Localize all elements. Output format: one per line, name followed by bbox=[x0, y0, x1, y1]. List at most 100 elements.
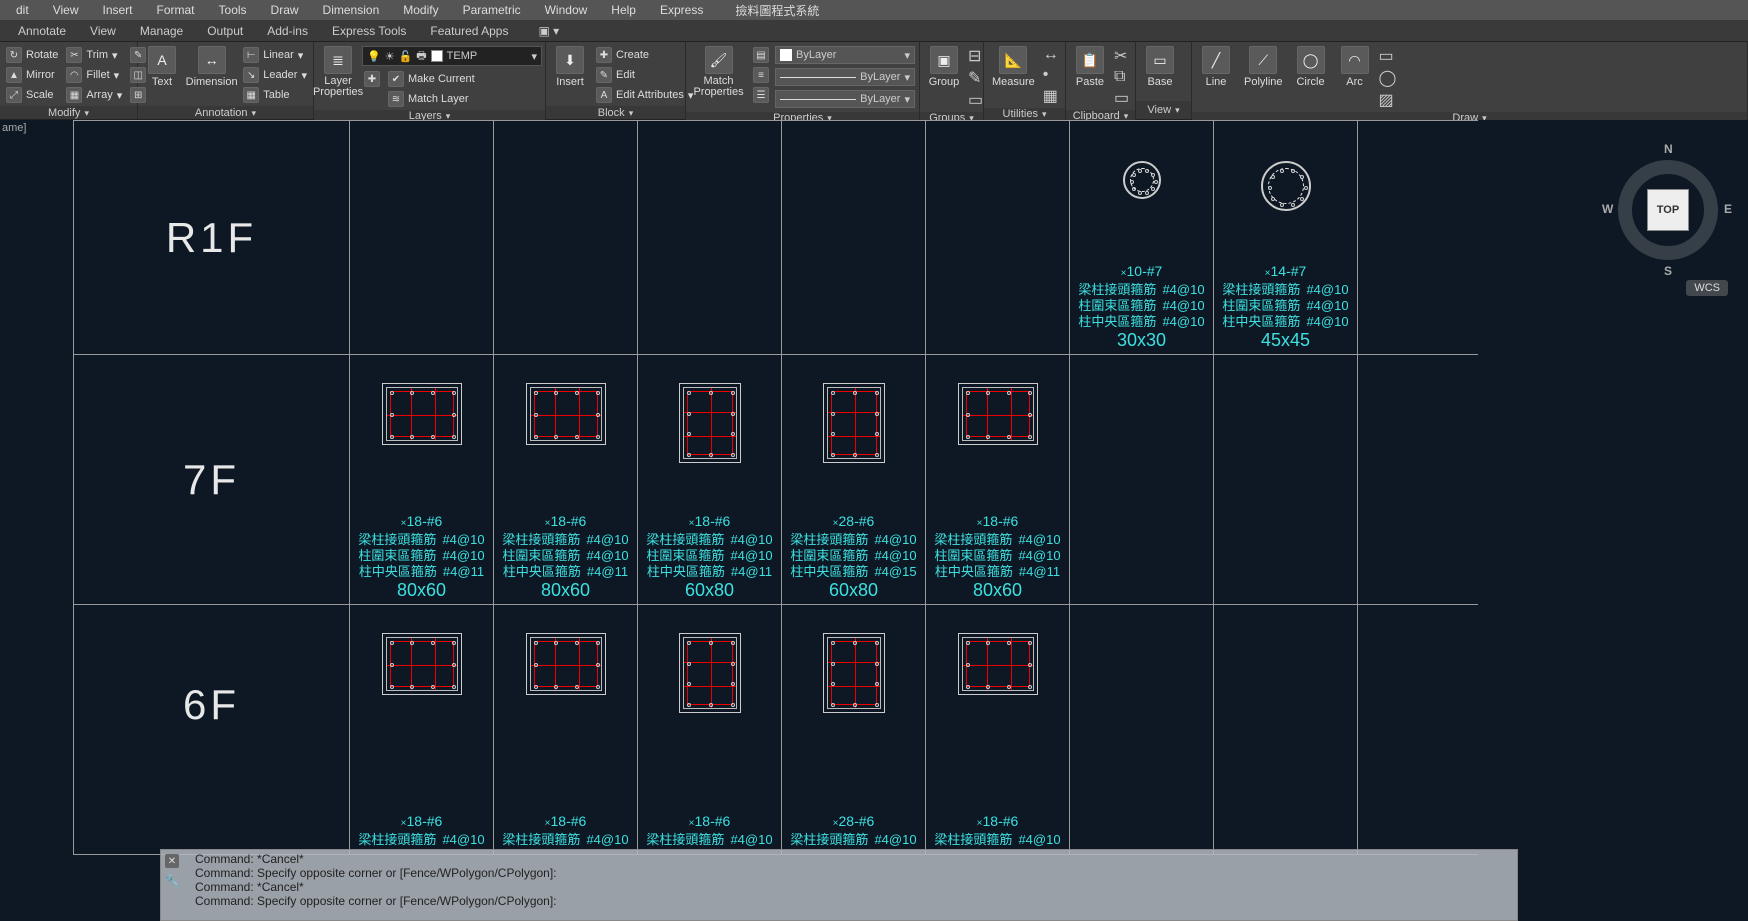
grid-cell: ×18-#6梁柱接頭箍筋#4@10 bbox=[494, 605, 638, 855]
edit-attributes-button[interactable]: AEdit Attributes ▾ bbox=[594, 86, 695, 104]
tab-manage[interactable]: Manage bbox=[128, 24, 195, 38]
base-view-button[interactable]: ▭Base bbox=[1140, 44, 1180, 90]
make-current-button[interactable]: ✔Make Current bbox=[386, 70, 477, 88]
menu-draw[interactable]: Draw bbox=[259, 3, 311, 17]
lwt-tool[interactable]: ≡ bbox=[751, 66, 771, 84]
paste-button[interactable]: 📋Paste bbox=[1070, 44, 1110, 90]
color-bylayer-dropdown[interactable]: ByLayer▾ bbox=[775, 46, 915, 64]
panel-draw: ╱Line ⟋Polyline ◯Circle ◠Arc ▭◯▨ Draw bbox=[1192, 42, 1748, 119]
grid-cell bbox=[1358, 605, 1478, 855]
layer-tool-1[interactable]: ✚ bbox=[362, 70, 382, 88]
polyline-button[interactable]: ⟋Polyline bbox=[1240, 44, 1287, 90]
linear-button[interactable]: ⊢Linear ▾ bbox=[241, 46, 309, 64]
tabs-expand-icon[interactable]: ▣ ▾ bbox=[526, 24, 571, 38]
tab-annotate[interactable]: Annotate bbox=[6, 24, 78, 38]
match-properties-button[interactable]: 🖌MatchProperties bbox=[690, 44, 747, 100]
grid-cell bbox=[1070, 605, 1214, 855]
command-history-line: Command: Specify opposite corner or [Fen… bbox=[195, 866, 1511, 880]
viewcube-south[interactable]: S bbox=[1664, 264, 1672, 278]
grid-cell bbox=[1358, 355, 1478, 605]
match-layer-button[interactable]: ≋Match Layer bbox=[386, 90, 477, 108]
grid-cell bbox=[782, 121, 926, 355]
block-edit-button[interactable]: ✎Edit bbox=[594, 66, 695, 84]
scale-button[interactable]: ⤢Scale bbox=[4, 86, 60, 104]
chevron-down-icon: ▾ bbox=[531, 50, 537, 63]
grid-cell: ×18-#6梁柱接頭箍筋#4@10柱圍束區箍筋#4@10柱中央區箍筋#4@118… bbox=[350, 355, 494, 605]
menu-format[interactable]: Format bbox=[145, 3, 207, 17]
tab-express-tools[interactable]: Express Tools bbox=[320, 24, 418, 38]
view-cube[interactable]: TOP N S W E bbox=[1608, 150, 1728, 270]
lineweight-bylayer-dropdown[interactable]: ByLayer▾ bbox=[775, 68, 915, 86]
viewcube-east[interactable]: E bbox=[1724, 202, 1732, 216]
array-button[interactable]: ▦Array ▾ bbox=[64, 86, 124, 104]
layer-properties-button[interactable]: ≣LayerProperties bbox=[318, 44, 358, 100]
panel-view: ▭Base View bbox=[1136, 42, 1192, 119]
circle-button[interactable]: ◯Circle bbox=[1291, 44, 1331, 90]
draw-extra-3[interactable]: ▨ bbox=[1379, 90, 1397, 110]
copy-icon[interactable]: ⧉ bbox=[1114, 68, 1129, 86]
wcs-badge[interactable]: WCS bbox=[1686, 280, 1728, 296]
ungroup-icon[interactable]: ⊟ bbox=[968, 46, 983, 66]
calc-icon[interactable]: ▦ bbox=[1043, 86, 1059, 106]
distance-icon[interactable]: ↔ bbox=[1043, 46, 1059, 64]
viewcube-west[interactable]: W bbox=[1602, 202, 1613, 216]
menu-view[interactable]: View bbox=[41, 3, 91, 17]
mirror-button[interactable]: ▲Mirror bbox=[4, 66, 60, 84]
grid-cell: ×28-#6梁柱接頭箍筋#4@10柱圍束區箍筋#4@10柱中央區箍筋#4@156… bbox=[782, 355, 926, 605]
command-close-icon[interactable]: ✕ bbox=[165, 854, 179, 868]
cut-icon[interactable]: ✂ bbox=[1114, 46, 1129, 66]
line-button[interactable]: ╱Line bbox=[1196, 44, 1236, 90]
command-window[interactable]: ✕ 🔧 Command: *Cancel* Command: Specify o… bbox=[160, 849, 1518, 921]
block-create-button[interactable]: ✚Create bbox=[594, 46, 695, 64]
group-select-icon[interactable]: ▭ bbox=[968, 90, 983, 110]
copyclip-icon[interactable]: ▭ bbox=[1114, 88, 1129, 108]
drawing-grid: R1F ×10-#7梁柱接頭箍筋#4@10柱圍束區箍筋#4@10柱中央區箍筋#4… bbox=[73, 120, 1478, 855]
trim-button[interactable]: ✂Trim ▾ bbox=[64, 46, 124, 64]
color-tool[interactable]: ▤ bbox=[751, 46, 771, 64]
menu-express[interactable]: Express bbox=[648, 3, 715, 17]
measure-button[interactable]: 📐Measure bbox=[988, 44, 1039, 90]
layer-dropdown[interactable]: 💡 ☀ 🔓 🖶 TEMP ▾ bbox=[362, 46, 542, 66]
viewcube-north[interactable]: N bbox=[1664, 142, 1673, 156]
command-settings-icon[interactable]: 🔧 bbox=[165, 874, 179, 888]
menu-insert[interactable]: Insert bbox=[90, 3, 144, 17]
tab-output[interactable]: Output bbox=[195, 24, 255, 38]
grid-cell: ×18-#6梁柱接頭箍筋#4@10柱圍束區箍筋#4@10柱中央區箍筋#4@116… bbox=[638, 355, 782, 605]
arc-button[interactable]: ◠Arc bbox=[1335, 44, 1375, 90]
panel-modify: ↻Rotate ▲Mirror ⤢Scale ✂Trim ▾ ◠Fillet ▾… bbox=[0, 42, 138, 119]
command-history-line: Command: *Cancel* bbox=[195, 880, 1511, 894]
menu-edit[interactable]: dit bbox=[4, 3, 41, 17]
linetype-bylayer-dropdown[interactable]: ByLayer▾ bbox=[775, 90, 915, 108]
insert-button[interactable]: ⬇Insert bbox=[550, 44, 590, 90]
group-button[interactable]: ▣Group bbox=[924, 44, 964, 90]
rotate-button[interactable]: ↻Rotate bbox=[4, 46, 60, 64]
cell-7f-head: 7F bbox=[74, 355, 350, 605]
drawing-canvas[interactable]: ame] R1F ×10-#7梁柱接頭箍筋#4@10柱圍束區箍筋#4@10柱中央… bbox=[0, 120, 1748, 921]
draw-extra-2[interactable]: ◯ bbox=[1379, 68, 1397, 88]
tab-addins[interactable]: Add-ins bbox=[255, 24, 320, 38]
tab-view[interactable]: View bbox=[78, 24, 128, 38]
text-button[interactable]: AText bbox=[142, 44, 182, 90]
cell-r1f-head: R1F bbox=[74, 121, 350, 355]
menu-tools[interactable]: Tools bbox=[207, 3, 259, 17]
leader-button[interactable]: ↘Leader ▾ bbox=[241, 66, 309, 84]
menu-parametric[interactable]: Parametric bbox=[451, 3, 533, 17]
menu-modify[interactable]: Modify bbox=[391, 3, 450, 17]
point-icon[interactable]: • bbox=[1043, 66, 1059, 84]
custom-app-menu[interactable]: 撿料圖程式系統 bbox=[723, 2, 831, 19]
tsp-tool[interactable]: ☰ bbox=[751, 86, 771, 104]
viewcube-top-face[interactable]: TOP bbox=[1648, 190, 1688, 230]
table-button[interactable]: ▦Table bbox=[241, 86, 309, 104]
dimension-button[interactable]: ↔Dimension bbox=[186, 44, 237, 90]
menu-dimension[interactable]: Dimension bbox=[311, 3, 392, 17]
draw-extra-1[interactable]: ▭ bbox=[1379, 46, 1397, 66]
group-edit-icon[interactable]: ✎ bbox=[968, 68, 983, 88]
menu-help[interactable]: Help bbox=[599, 3, 648, 17]
fillet-button[interactable]: ◠Fillet ▾ bbox=[64, 66, 124, 84]
grid-cell bbox=[638, 121, 782, 355]
floor-label-7f: 7F bbox=[183, 456, 240, 504]
panel-clipboard: 📋Paste ✂⧉▭ Clipboard bbox=[1066, 42, 1136, 119]
menu-window[interactable]: Window bbox=[533, 3, 600, 17]
grid-cell bbox=[1214, 355, 1358, 605]
tab-featured-apps[interactable]: Featured Apps bbox=[418, 24, 520, 38]
